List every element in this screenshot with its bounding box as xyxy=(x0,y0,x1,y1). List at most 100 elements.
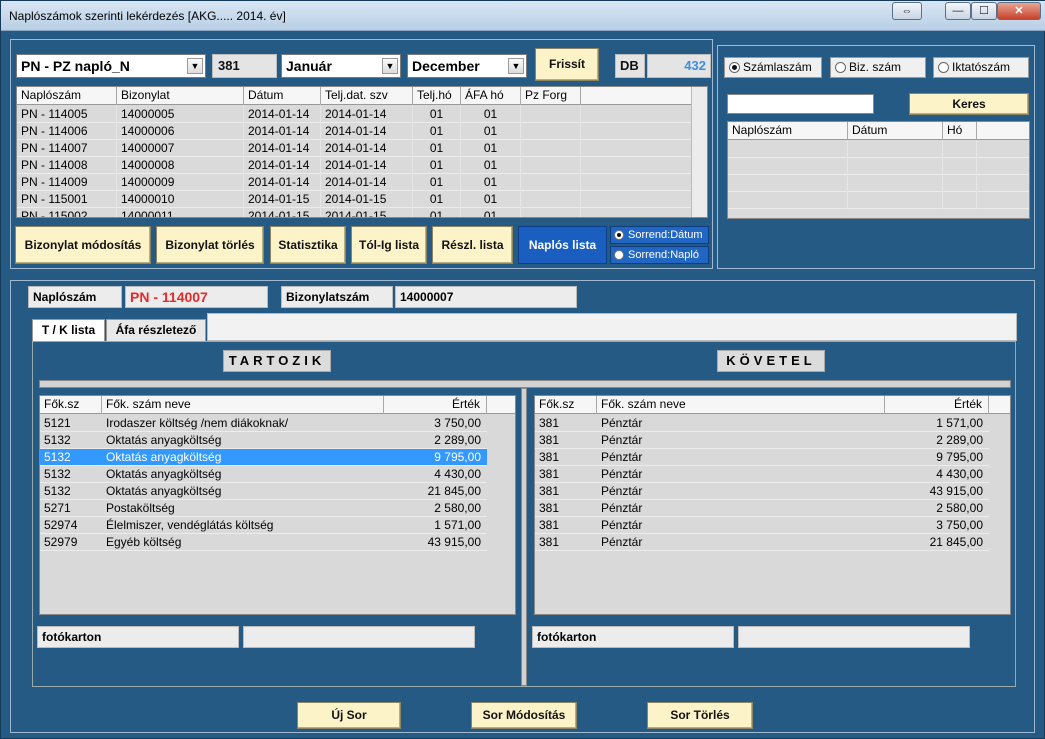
statistics-button[interactable]: Statisztika xyxy=(270,226,346,264)
table-row[interactable]: 381 Pénztár 1 571,00 xyxy=(535,415,989,432)
month-from-select[interactable]: Január ▼ xyxy=(281,54,401,78)
window-title: Naplószámok szerinti lekérdezés [AKG....… xyxy=(9,9,286,23)
table-row[interactable]: 5132 Oktatás anyagköltség 21 845,00 xyxy=(40,483,487,500)
tab-tk-list[interactable]: T / K lista xyxy=(32,319,105,341)
journal-grid-scrollbar[interactable] xyxy=(691,87,707,217)
journal-list-button[interactable]: Naplós lista xyxy=(518,226,607,264)
chevron-down-icon[interactable]: ▼ xyxy=(508,58,524,74)
column-header[interactable]: Fők.sz xyxy=(40,396,102,414)
sort-date-label: Sorrend:Dátum xyxy=(628,229,703,241)
sort-date-radio[interactable]: Sorrend:Dátum xyxy=(610,226,709,244)
table-row[interactable]: 381 Pénztár 3 750,00 xyxy=(535,517,989,534)
table-row[interactable]: PN - 114005 14000005 2014-01-14 2014-01-14 0… xyxy=(17,106,691,123)
modify-row-button[interactable]: Sor Módosítás xyxy=(471,702,577,729)
credit-grid[interactable]: Fők.sz Fők. szám neve Érték 381 Pénztár 1 57… xyxy=(534,395,1011,615)
search-button[interactable]: Keres xyxy=(909,93,1029,115)
debit-grid[interactable]: Fők.sz Fők. szám neve Érték 5121 Irodaszer … xyxy=(39,395,516,615)
table-row[interactable]: 5132 Oktatás anyagköltség 9 795,00 xyxy=(40,449,487,466)
range-list-button[interactable]: Tól-Ig lista xyxy=(351,226,427,264)
table-row[interactable]: PN - 114007 14000007 2014-01-14 2014-01-14 0… xyxy=(17,140,691,157)
search-results-grid[interactable]: Naplószám Dátum Hó xyxy=(727,121,1030,219)
search-option-doc-number[interactable]: Biz. szám xyxy=(830,57,926,78)
table-row[interactable]: 5271 Postaköltség 2 580,00 xyxy=(40,500,487,517)
minimize-icon[interactable]: — xyxy=(945,2,971,20)
column-header[interactable]: Hó xyxy=(943,122,977,140)
table-row[interactable]: 5132 Oktatás anyagköltség 2 289,00 xyxy=(40,432,487,449)
chevron-down-icon[interactable]: ▼ xyxy=(382,58,398,74)
table-row[interactable] xyxy=(728,141,1029,158)
close-icon[interactable]: ✕ xyxy=(997,2,1041,20)
radio-unchecked-icon xyxy=(835,62,846,73)
radio-checked-icon xyxy=(729,62,740,73)
table-row[interactable]: 52974 Élelmiszer, vendéglátás költség 1 57… xyxy=(40,517,487,534)
table-cell xyxy=(728,141,848,158)
refresh-button[interactable]: Frissít xyxy=(535,48,599,81)
table-row[interactable]: PN - 115002 14000011 2014-01-15 2014-01-15 0… xyxy=(17,208,691,217)
detail-list-button[interactable]: Részl. lista xyxy=(432,226,513,264)
table-cell: 43 915,00 xyxy=(427,535,481,549)
table-cell: Irodaszer költség /nem diákoknak/ xyxy=(106,416,289,430)
search-option-filing-number[interactable]: Iktatószám xyxy=(933,57,1029,78)
table-row[interactable]: 52979 Egyéb költség 43 915,00 xyxy=(40,534,487,551)
search-panel: Számlaszám Biz. szám Iktatószám Keres Na… xyxy=(717,45,1035,269)
maximize-icon[interactable]: ☐ xyxy=(971,2,997,20)
table-row[interactable]: PN - 114008 14000008 2014-01-14 2014-01-14 0… xyxy=(17,157,691,174)
table-row[interactable] xyxy=(728,158,1029,175)
table-cell: Oktatás anyagköltség xyxy=(106,433,222,447)
table-row[interactable]: 381 Pénztár 9 795,00 xyxy=(535,449,989,466)
table-row[interactable] xyxy=(728,175,1029,192)
table-cell: 01 xyxy=(413,174,461,191)
table-cell: 2014-01-14 xyxy=(244,157,321,174)
table-row[interactable]: 381 Pénztár 43 915,00 xyxy=(535,483,989,500)
column-header[interactable]: Fők.sz xyxy=(535,396,597,414)
column-header[interactable]: Érték xyxy=(384,396,487,414)
column-header[interactable]: Bizonylat xyxy=(117,87,244,105)
column-header[interactable]: Dátum xyxy=(244,87,321,105)
column-header[interactable]: Naplószám xyxy=(728,122,848,140)
column-header[interactable]: Dátum xyxy=(848,122,943,140)
tab-vat-details[interactable]: Áfa részletező xyxy=(106,319,206,341)
delete-document-button[interactable]: Bizonylat törlés xyxy=(156,226,264,264)
journal-grid[interactable]: Naplószám Bizonylat Dátum Telj.dat. szv Telj… xyxy=(16,86,708,218)
table-cell: Élelmiszer, vendéglátás költség xyxy=(106,518,274,532)
table-row[interactable]: 381 Pénztár 4 430,00 xyxy=(535,466,989,483)
search-option-invoice[interactable]: Számlaszám xyxy=(724,57,822,78)
table-cell xyxy=(521,191,581,208)
table-row[interactable]: 381 Pénztár 2 580,00 xyxy=(535,500,989,517)
debit-note-extra xyxy=(243,626,475,648)
journal-select[interactable]: PN - PZ napló_N ▼ xyxy=(16,54,206,78)
month-to-select[interactable]: December ▼ xyxy=(407,54,527,78)
search-input[interactable] xyxy=(727,94,874,114)
column-header[interactable]: ÁFA hó xyxy=(461,87,521,105)
code-field[interactable]: 381 xyxy=(212,54,277,78)
column-header[interactable]: Pz Forg xyxy=(521,87,581,105)
modify-document-button[interactable]: Bizonylat módosítás xyxy=(15,226,151,264)
document-number-value: 14000007 xyxy=(395,286,577,308)
table-cell: Egyéb költség xyxy=(106,535,182,549)
table-row[interactable]: PN - 114006 14000006 2014-01-14 2014-01-14 0… xyxy=(17,123,691,140)
table-row[interactable]: 381 Pénztár 2 289,00 xyxy=(535,432,989,449)
table-row[interactable]: 5132 Oktatás anyagköltség 4 430,00 xyxy=(40,466,487,483)
new-row-button[interactable]: Új Sor xyxy=(297,702,401,729)
chevron-down-icon[interactable]: ▼ xyxy=(187,58,203,74)
db-count: 432 xyxy=(647,54,711,78)
table-row[interactable]: 5121 Irodaszer költség /nem diákoknak/3 7… xyxy=(40,415,487,432)
column-header[interactable]: Naplószám xyxy=(17,87,117,105)
table-row[interactable]: 381 Pénztár 21 845,00 xyxy=(535,534,989,551)
table-cell xyxy=(728,192,848,209)
column-header[interactable]: Fők. szám neve xyxy=(102,396,384,414)
delete-row-button[interactable]: Sor Törlés xyxy=(647,702,753,729)
tab-strip xyxy=(207,313,1017,341)
column-header[interactable]: Fők. szám neve xyxy=(597,396,885,414)
sort-journal-radio[interactable]: Sorrend:Napló xyxy=(610,246,709,264)
table-row[interactable]: PN - 114009 14000009 2014-01-14 2014-01-14 0… xyxy=(17,174,691,191)
table-row[interactable]: PN - 115001 14000010 2014-01-15 2014-01-15 0… xyxy=(17,191,691,208)
splitter-vertical[interactable] xyxy=(521,388,527,686)
journal-number-value: PN - 114007 xyxy=(125,286,268,308)
table-row[interactable] xyxy=(728,192,1029,209)
column-header[interactable]: Telj.hó xyxy=(413,87,461,105)
column-header[interactable]: Érték xyxy=(885,396,989,414)
column-header[interactable]: Telj.dat. szv xyxy=(321,87,413,105)
restore-icon[interactable]: ⇔ xyxy=(892,2,922,20)
table-cell: Oktatás anyagköltség xyxy=(106,450,222,464)
